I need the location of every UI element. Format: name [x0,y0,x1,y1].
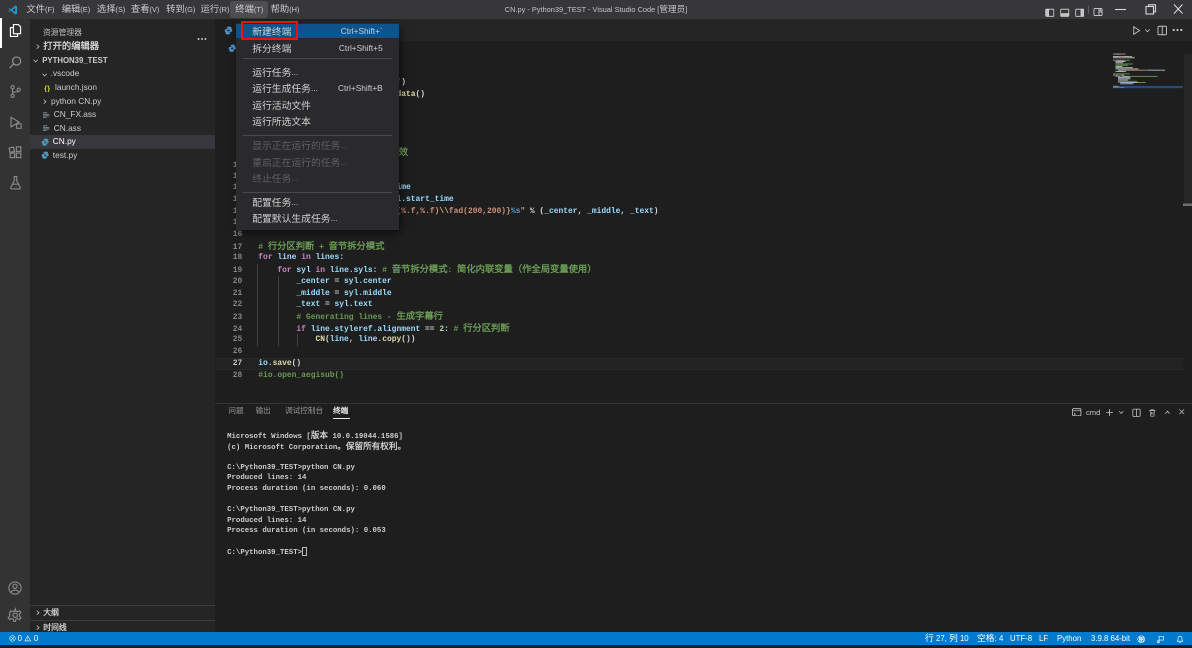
svg-text:{}: {} [45,84,51,92]
